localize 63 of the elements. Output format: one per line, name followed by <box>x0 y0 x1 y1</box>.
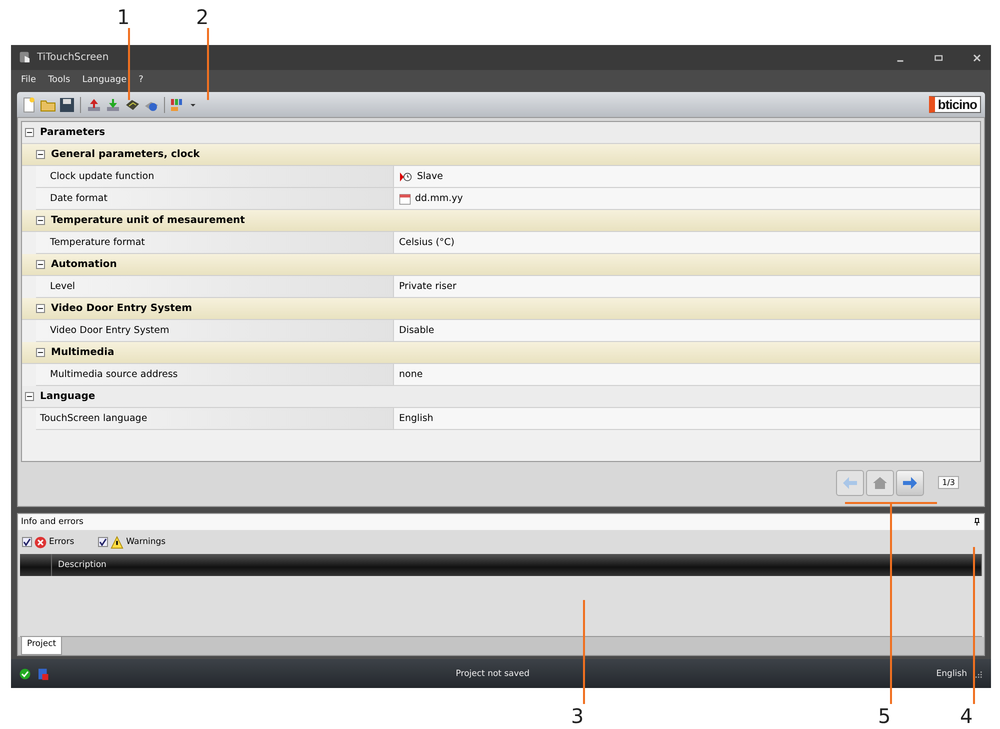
resize-grip-icon <box>973 668 983 678</box>
filter-label: Errors <box>49 537 74 547</box>
status-language: English <box>936 668 967 678</box>
category-label: Automation <box>51 259 117 270</box>
collapse-icon[interactable] <box>36 304 45 313</box>
window-title: TiTouchScreen <box>37 52 110 63</box>
callout-number: 5 <box>878 704 891 728</box>
check-icon <box>19 668 31 680</box>
property-name: TouchScreen language <box>36 408 394 429</box>
property-name: Video Door Entry System <box>36 320 394 341</box>
leader-line <box>207 28 209 100</box>
forward-button[interactable] <box>896 470 924 496</box>
property-value[interactable]: Disable <box>394 320 980 341</box>
callout-number: 2 <box>196 5 209 29</box>
new-file-icon[interactable] <box>21 96 37 112</box>
collapse-icon[interactable] <box>36 216 45 225</box>
property-value[interactable]: Private riser <box>394 276 980 297</box>
property-value[interactable]: Slave <box>394 166 980 187</box>
filter-label: Warnings <box>126 537 166 547</box>
property-name: Temperature format <box>36 232 394 253</box>
property-name: Clock update function <box>36 166 394 187</box>
property-value[interactable]: English <box>394 408 980 429</box>
upload-icon[interactable] <box>86 96 102 112</box>
property-name: Date format <box>36 188 394 209</box>
property-value[interactable]: Celsius (°C) <box>394 232 980 253</box>
leader-line <box>128 28 130 100</box>
tab[interactable]: Project <box>21 637 62 655</box>
close-icon[interactable] <box>971 52 983 64</box>
collapse-icon[interactable] <box>36 348 45 357</box>
warning-icon <box>110 536 124 548</box>
property-value[interactable]: none <box>394 364 980 385</box>
panel-title: Info and errors <box>21 517 84 527</box>
checkbox[interactable] <box>22 537 32 547</box>
menu-item[interactable]: File <box>21 75 36 85</box>
category-label: General parameters, clock <box>51 149 200 160</box>
category-label: Video Door Entry System <box>51 303 192 314</box>
menu-item[interactable]: Language <box>82 75 127 85</box>
category-label: Multimedia <box>51 347 114 358</box>
callout-number: 4 <box>960 704 973 728</box>
home-icon <box>871 474 890 490</box>
status-message: Project not saved <box>454 668 530 678</box>
property-name: Level <box>36 276 394 297</box>
callout-number: 1 <box>117 5 130 29</box>
property-name: Multimedia source address <box>36 364 394 385</box>
callout-number: 3 <box>571 704 584 728</box>
collapse-icon[interactable] <box>36 260 45 269</box>
calendar-icon <box>399 192 411 204</box>
category-label: Parameters <box>40 127 106 138</box>
collapse-icon[interactable] <box>25 392 34 401</box>
property-value[interactable]: dd.mm.yy <box>394 188 980 209</box>
pin-icon[interactable] <box>973 517 981 527</box>
error-icon <box>34 536 47 548</box>
save-icon[interactable] <box>59 96 75 112</box>
collapse-icon[interactable] <box>25 128 34 137</box>
category-label: Temperature unit of mesaurement <box>51 215 245 226</box>
page-indicator: 1/3 <box>938 476 959 489</box>
checkbox[interactable] <box>98 537 108 547</box>
menu-item[interactable]: ? <box>138 75 144 85</box>
collapse-icon[interactable] <box>36 150 45 159</box>
logo: bticino <box>928 96 981 113</box>
clock-icon <box>399 170 413 182</box>
category-label: Language <box>40 391 96 402</box>
menu-item[interactable]: Tools <box>48 75 70 85</box>
